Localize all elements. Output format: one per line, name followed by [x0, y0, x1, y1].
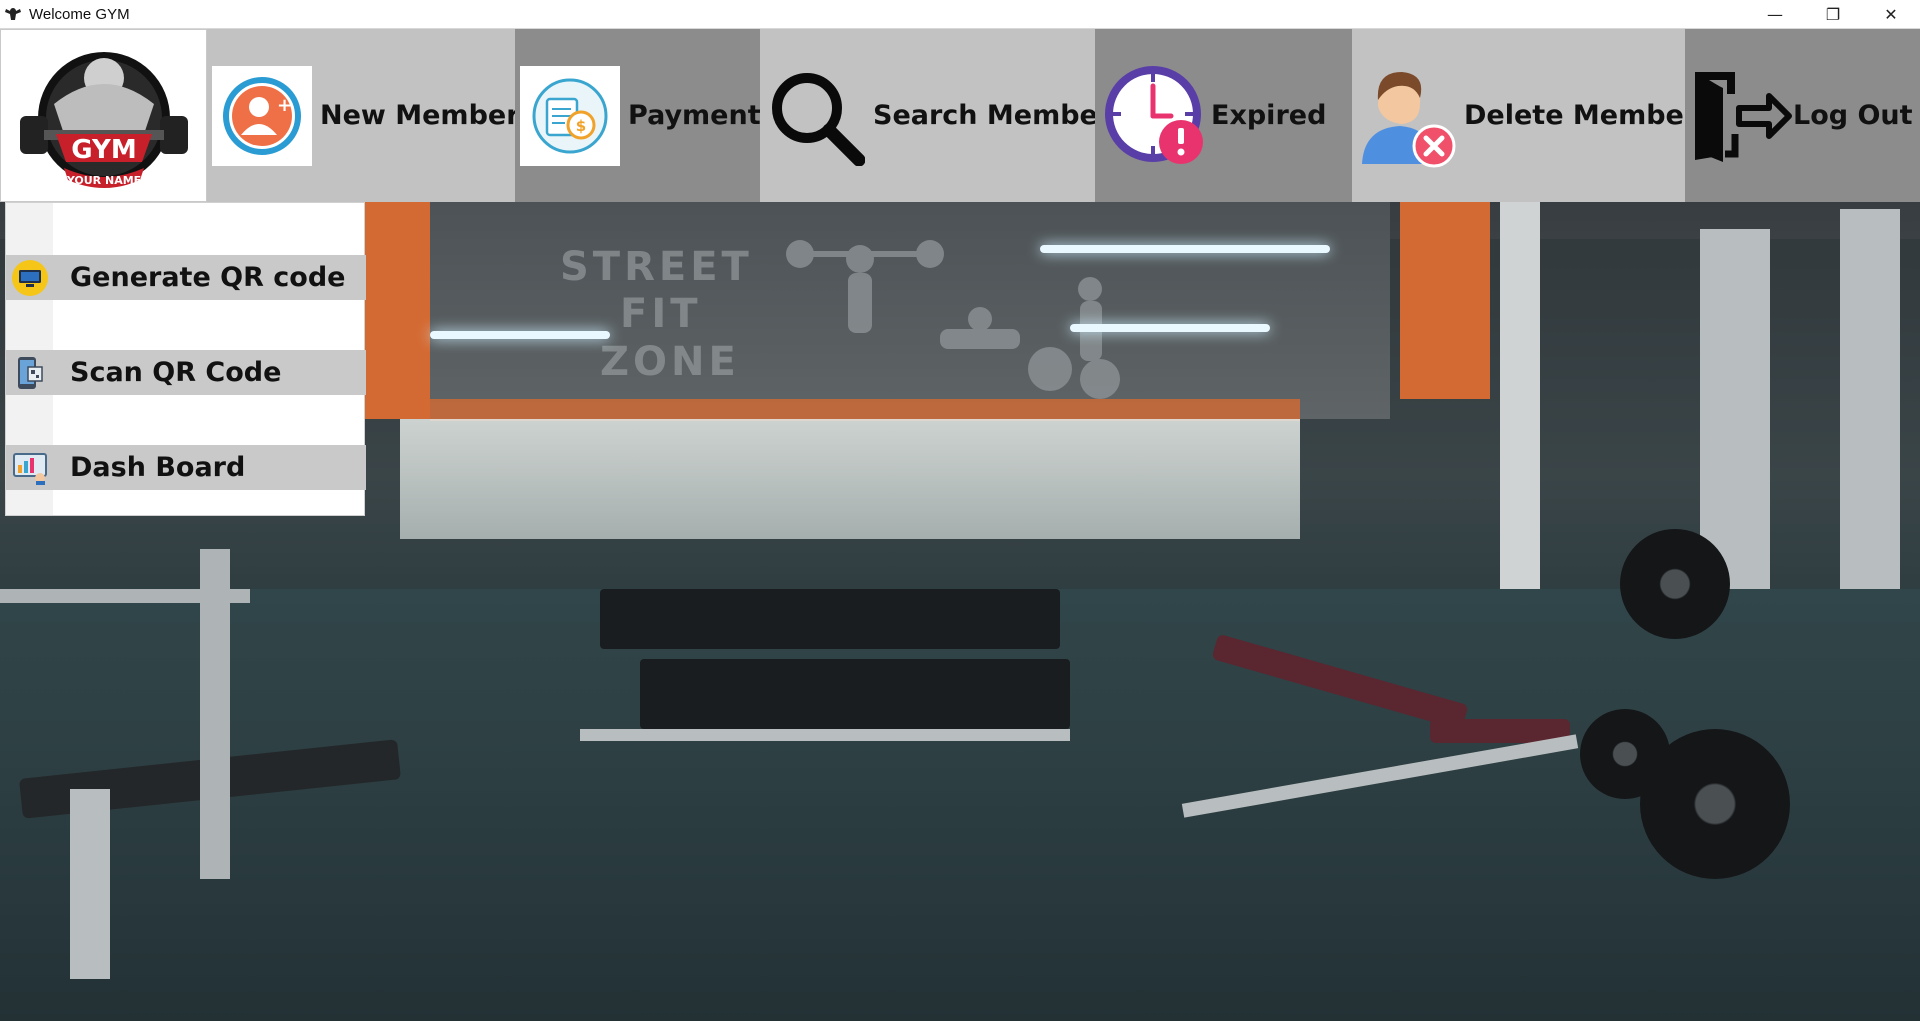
orange-beam — [430, 399, 1300, 421]
wall-art-text-1: STREET — [560, 244, 753, 290]
monitor-icon — [6, 255, 53, 300]
wall-art-text-2: FIT — [620, 291, 702, 337]
main-toolbar: GYM YOUR NAME + New Member $ Payment Sea… — [0, 29, 1920, 202]
remove-user-icon — [1356, 64, 1460, 168]
search-icon — [765, 66, 865, 166]
ceiling-light-1 — [1040, 245, 1330, 253]
menu-item-dash-board[interactable]: Dash Board — [6, 445, 366, 490]
search-member-label: Search Member — [873, 100, 1112, 131]
gym-logo: GYM YOUR NAME — [0, 29, 207, 202]
rack-base — [580, 729, 1070, 741]
search-member-button[interactable]: Search Member — [760, 29, 1111, 202]
new-member-label: New Member — [320, 100, 520, 131]
window-controls: — ❐ ✕ — [1746, 0, 1920, 28]
floor — [0, 589, 1920, 1021]
app-icon — [3, 4, 23, 24]
bench-leg-left — [70, 789, 110, 979]
log-out-label: Log Out — [1793, 100, 1913, 131]
expired-button[interactable]: Expired — [1095, 29, 1352, 202]
menu-item-label: Generate QR code — [70, 262, 346, 293]
wall-art-text-3: ZONE — [600, 339, 740, 385]
title-bar: Welcome GYM — ❐ ✕ — [0, 0, 1920, 29]
weight-plate-1 — [1620, 529, 1730, 639]
phone-scan-icon — [6, 350, 53, 395]
gym-logo-icon: GYM YOUR NAME — [19, 51, 188, 188]
menu-item-label: Scan QR Code — [70, 357, 282, 388]
orange-pillar-right — [1400, 199, 1490, 399]
machine-bar-left — [0, 589, 250, 603]
close-button[interactable]: ✕ — [1862, 0, 1920, 29]
side-menu-panel: Generate QR code Scan QR Code Dash Board — [5, 202, 366, 516]
delete-member-button[interactable]: Delete Member — [1352, 29, 1697, 202]
svg-text:$: $ — [576, 117, 586, 135]
svg-text:+: + — [277, 95, 292, 116]
windows — [400, 419, 1300, 539]
new-member-button[interactable]: + New Member — [207, 29, 520, 202]
ceiling-light-2 — [1070, 324, 1270, 332]
restore-button[interactable]: ❐ — [1804, 0, 1862, 29]
window-title: Welcome GYM — [29, 5, 130, 23]
dumbbell-rack-bottom — [640, 659, 1070, 729]
svg-text:GYM: GYM — [71, 135, 136, 165]
weight-plate-3 — [1580, 709, 1670, 799]
menu-item-label: Dash Board — [70, 452, 246, 483]
ceiling-light-3 — [430, 331, 610, 339]
expired-label: Expired — [1211, 100, 1327, 131]
menu-item-generate-qr-code[interactable]: Generate QR code — [6, 255, 366, 300]
orange-pillar-left — [360, 199, 430, 419]
payment-button[interactable]: $ Payment — [515, 29, 761, 202]
svg-text:YOUR NAME: YOUR NAME — [65, 174, 140, 187]
minimize-button[interactable]: — — [1746, 0, 1804, 29]
clock-alert-icon — [1105, 64, 1209, 168]
logout-icon — [1689, 64, 1793, 168]
log-out-button[interactable]: Log Out — [1685, 29, 1920, 202]
dashboard-icon — [6, 445, 53, 490]
delete-member-label: Delete Member — [1464, 100, 1698, 131]
menu-item-scan-qr-code[interactable]: Scan QR Code — [6, 350, 366, 395]
dumbbell-rack-top — [600, 589, 1060, 649]
payment-label: Payment — [628, 100, 761, 131]
payment-icon: $ — [520, 65, 620, 166]
add-user-icon: + — [212, 65, 312, 166]
